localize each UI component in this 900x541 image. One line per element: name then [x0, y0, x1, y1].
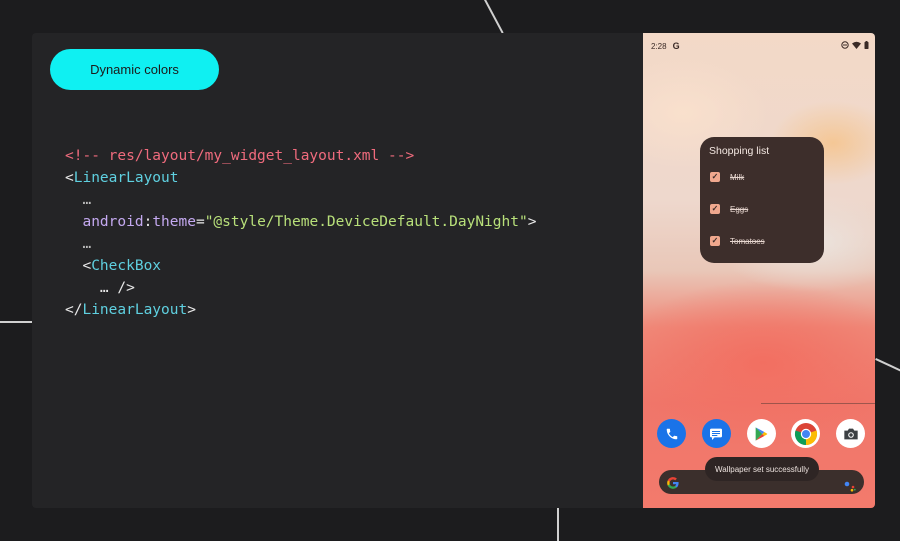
code-tag-checkbox: CheckBox — [91, 258, 162, 274]
code-bracket: < — [65, 170, 74, 186]
shopping-list-widget[interactable]: Shopping list ✓ Milk ✓ Eggs ✓ Tomatoes — [700, 137, 824, 263]
code-namespace: android — [82, 214, 144, 230]
camera-icon[interactable] — [836, 419, 865, 448]
dnd-icon — [841, 41, 849, 51]
code-bracket: </ — [65, 302, 83, 318]
item-label: Milk — [730, 172, 745, 182]
play-store-icon[interactable] — [746, 419, 776, 448]
home-divider — [761, 403, 875, 404]
google-g-icon — [666, 475, 680, 494]
item-label: Tomatoes — [730, 236, 765, 246]
code-tag-linearlayout-close: LinearLayout — [82, 302, 188, 318]
list-item[interactable]: ✓ Tomatoes — [710, 236, 765, 246]
list-item[interactable]: ✓ Milk — [710, 172, 744, 182]
code-bracket: > — [187, 302, 196, 318]
decorative-line-left — [0, 321, 32, 323]
code-bracket: < — [82, 258, 92, 274]
phone-screen: 2:28 G Shopping list ✓ Milk ✓ Eggs ✓ Tom… — [643, 33, 875, 508]
decorative-line-right — [875, 358, 900, 372]
code-attribute: theme — [152, 214, 196, 230]
battery-icon — [864, 41, 869, 51]
check-icon: ✓ — [711, 172, 719, 181]
code-tag-linearlayout: LinearLayout — [73, 170, 179, 186]
item-label: Eggs — [730, 204, 749, 214]
pill-label: Dynamic colors — [90, 62, 179, 77]
code-comment: <!-- res/layout/my_widget_layout.xml --> — [65, 148, 415, 164]
decorative-line-bottom — [557, 508, 559, 541]
google-status-icon: G — [672, 41, 680, 51]
wifi-icon — [852, 41, 861, 51]
assistant-icon[interactable] — [844, 477, 856, 496]
dynamic-colors-pill: Dynamic colors — [50, 49, 219, 90]
toast-message: Wallpaper set successfully — [705, 457, 819, 481]
checkbox[interactable]: ✓ — [710, 236, 720, 246]
phone-icon[interactable] — [657, 419, 686, 448]
widget-title: Shopping list — [709, 145, 770, 157]
checkbox[interactable]: ✓ — [710, 172, 720, 182]
code-ellipsis: … — [82, 192, 92, 208]
code-theme-value: "@style/Theme.DeviceDefault.DayNight" — [204, 214, 528, 230]
list-item[interactable]: ✓ Eggs — [710, 204, 748, 214]
checkbox[interactable]: ✓ — [710, 204, 720, 214]
code-equals: = — [195, 214, 205, 230]
code-snippet: <!-- res/layout/my_widget_layout.xml -->… — [65, 145, 536, 321]
toast-text: Wallpaper set successfully — [715, 464, 809, 474]
app-dock — [657, 419, 865, 448]
status-time: 2:28 — [651, 41, 667, 51]
messages-icon[interactable] — [701, 419, 731, 448]
check-icon: ✓ — [711, 204, 719, 213]
code-colon: : — [143, 214, 153, 230]
decorative-line-top — [484, 0, 504, 34]
code-bracket: > — [527, 214, 537, 230]
code-selfclose: … /> — [99, 280, 135, 296]
code-ellipsis: … — [82, 236, 92, 252]
status-bar: 2:28 G — [651, 39, 869, 53]
slide: Dynamic colors <!-- res/layout/my_widget… — [32, 33, 875, 508]
chrome-icon[interactable] — [791, 419, 821, 448]
check-icon: ✓ — [711, 236, 719, 245]
